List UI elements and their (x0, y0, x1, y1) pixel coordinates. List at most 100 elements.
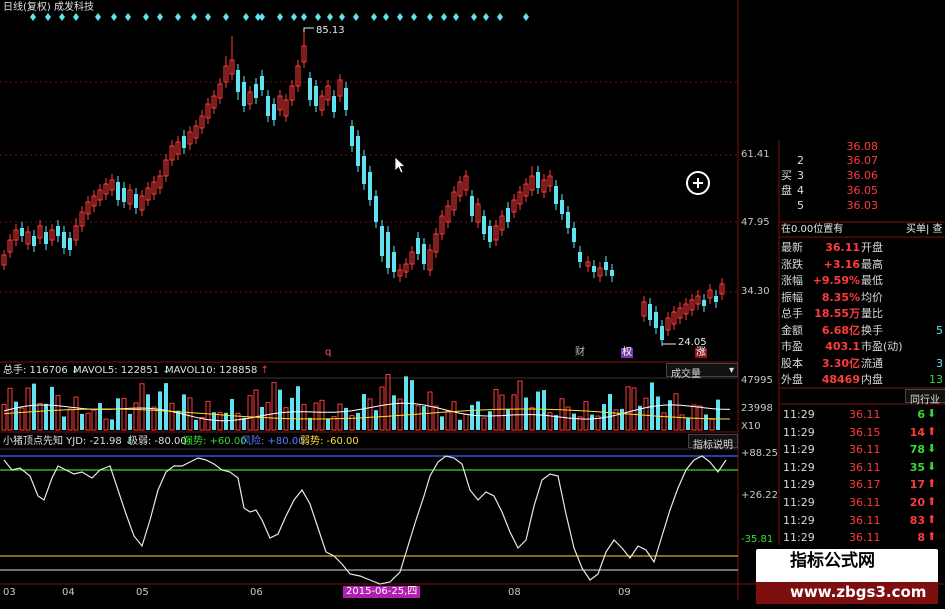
chevron-down-icon: ▾ (728, 365, 734, 376)
tick-time: 11:29 (783, 513, 815, 527)
volume-bar-up (643, 397, 649, 431)
volume-indicator-select[interactable]: 成交量 ▾ (666, 363, 738, 380)
volume-bar-up (625, 386, 631, 431)
diamond-marker (301, 13, 307, 21)
volume-tick-1: 47995 (741, 375, 773, 386)
diamond-marker (111, 13, 117, 21)
high-price-label: 85.13 (316, 25, 345, 36)
volume-bar-down (362, 394, 366, 430)
tick-time: 11:29 (783, 495, 815, 509)
marker-quan: 权 (621, 347, 633, 358)
indicator-help-button[interactable]: 指标说明 (688, 434, 738, 451)
candle-body-down (374, 196, 378, 222)
diamond-marker (397, 13, 403, 21)
volume-bar-up (451, 401, 457, 431)
diamond-marker (523, 13, 529, 21)
volume-bar-down (656, 396, 660, 430)
candle-body-down (572, 228, 576, 242)
peer-industry-button[interactable]: 同行业 (905, 389, 945, 406)
tick-row: 11:29 36.17 17 ⬆ (781, 475, 945, 493)
indicator-tick-3: -35.81 (741, 534, 774, 545)
volume-bar-down (50, 386, 54, 430)
x-label-08: 08 (508, 587, 521, 598)
price-tick-1: 61.41 (741, 149, 770, 160)
candle-body-down (702, 300, 706, 306)
orderbook-level: 2 (797, 154, 804, 167)
volume-bar-up (319, 399, 325, 431)
high-pointer (303, 27, 314, 32)
tick-volume: 78 (909, 443, 925, 457)
candle-body-down (116, 182, 120, 200)
quote-label-2: 开盘 (861, 241, 883, 254)
mouse-cursor-icon (394, 156, 406, 174)
quote-label-2: 换手 (861, 323, 883, 337)
diamond-marker (45, 13, 51, 21)
arrow-up-icon: ⬆ (927, 477, 937, 491)
tick-price: 36.11 (849, 495, 881, 509)
x-label-06: 06 (250, 587, 263, 598)
volume-bar-down (608, 393, 612, 430)
indicator-name: 小猪顶点先知 YJD: -21.98 ↓ (3, 436, 134, 447)
orderbook-row[interactable]: 2 36.07 (781, 153, 881, 168)
x-label-09: 09 (618, 587, 631, 598)
orderbook-row[interactable]: 买 3 36.06 (781, 168, 881, 183)
volume-bar-up (121, 397, 127, 431)
candle-body-down (422, 244, 426, 264)
candle-body-down (578, 252, 582, 262)
quote-row: 涨幅 +9.59% 最低 (781, 272, 945, 289)
diamond-marker (427, 13, 433, 21)
tick-time: 11:29 (783, 408, 815, 421)
volume-bar-up (337, 403, 343, 431)
quote-value: 36.11 (825, 241, 860, 254)
candle-body-down (482, 216, 486, 234)
tick-row: 11:29 36.11 6 ⬇ (781, 405, 945, 423)
diamond-marker (59, 13, 65, 21)
volume-bar-down (110, 419, 114, 430)
quote-value: +9.59% (812, 274, 860, 287)
volume-bar-up (583, 401, 589, 431)
candle-body-down (254, 84, 258, 98)
diamond-marker (191, 13, 197, 21)
volume-bar-up (265, 402, 271, 431)
diamond-marker (453, 13, 459, 21)
candle-body-down (566, 212, 570, 228)
candle-body-down (266, 96, 270, 116)
candle-body-down (242, 82, 246, 106)
position-bar-right[interactable]: 买单| 查 (906, 225, 943, 235)
candle-body-down (32, 236, 36, 246)
quote-value: 48469 (821, 373, 860, 386)
volume-bar-down (536, 391, 540, 430)
candle-body-down (344, 88, 348, 110)
quote-label: 金额 (781, 323, 803, 337)
volume-bar-down (194, 419, 198, 430)
volume-bar-down (290, 397, 294, 430)
volume-bar-up (517, 380, 523, 431)
volume-bar-down (62, 416, 66, 430)
candle-body-down (488, 226, 492, 242)
zoom-plus-icon[interactable] (686, 171, 710, 195)
quote-label-2: 最高 (861, 257, 883, 271)
watermark-box: 指标公式网 (756, 549, 938, 585)
orderbook-row[interactable]: 盘 4 36.05 (781, 183, 881, 198)
tick-price: 36.11 (849, 531, 881, 545)
volume-bar-down (410, 380, 414, 430)
volume-bar-down (164, 383, 168, 430)
watermark-url: www.zbgs3.com (790, 583, 927, 601)
volume-bar-up (463, 413, 469, 431)
volume-bar-up (559, 398, 565, 431)
orderbook-row[interactable]: 5 36.03 (781, 198, 881, 213)
tick-volume: 20 (909, 495, 925, 509)
tick-list: 11:29 36.11 6 ⬇ 11:29 36.15 14 ⬆ 11:29 36.11 78 ⬇ 11… (781, 405, 945, 563)
volume-bar-down (524, 397, 528, 430)
x-label-03: 03 (3, 587, 16, 598)
arrow-down-icon: ⬇ (927, 459, 937, 473)
candle-body-down (416, 238, 420, 254)
volume-bar-up (631, 387, 637, 431)
tick-volume: 35 (909, 460, 925, 474)
indicator-tick-1: +88.25 (741, 448, 779, 459)
volume-bar-down (32, 383, 36, 430)
volume-bar-down (440, 416, 444, 430)
tick-volume: 17 (909, 478, 925, 492)
quote-label-2: 流通 (861, 356, 883, 370)
volume-bar-up (187, 397, 193, 431)
